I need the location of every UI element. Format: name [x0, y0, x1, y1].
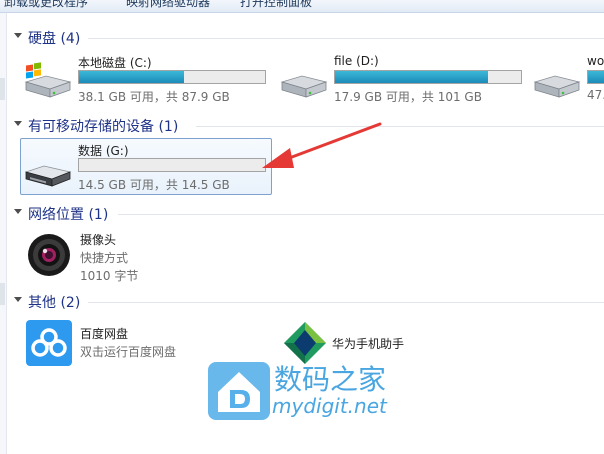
map-network-drive-button[interactable]: 映射网络驱动器: [126, 0, 210, 10]
capacity-bar: [334, 70, 522, 84]
hard-drive-icon: [533, 75, 581, 98]
section-divider: [118, 214, 604, 215]
camera-icon: [28, 234, 70, 276]
collapse-triangle-icon[interactable]: [14, 33, 22, 38]
item-name: 摄像头: [80, 233, 117, 247]
drive-name: 数据 (G:): [78, 144, 129, 158]
drive-c[interactable]: 本地磁盘 (C:) 38.1 GB 可用，共 87.9 GB: [22, 52, 272, 112]
uninstall-program-button[interactable]: 卸载或更改程序: [4, 0, 88, 10]
item-name: 百度网盘: [80, 327, 129, 341]
annotation-arrow: [262, 122, 382, 168]
drive-name: file (D:): [334, 54, 379, 68]
section-title: 有可移动存储的设备 (1): [28, 119, 179, 135]
drive-space-text: 47.: [587, 88, 604, 102]
toolbar: 卸载或更改程序 映射网络驱动器 打开控制面板: [0, 0, 604, 13]
section-header-network[interactable]: 网络位置 (1): [14, 204, 604, 224]
section-title: 网络位置 (1): [28, 207, 109, 223]
collapse-triangle-icon[interactable]: [14, 209, 22, 214]
collapse-triangle-icon[interactable]: [14, 297, 22, 302]
hard-drive-icon: [280, 75, 328, 98]
collapse-triangle-icon[interactable]: [14, 121, 22, 126]
item-desc: 双击运行百度网盘: [80, 345, 177, 359]
capacity-bar-fill: [335, 71, 489, 83]
watermark-chinese-text: 数码之家: [274, 363, 387, 396]
open-control-panel-button[interactable]: 打开控制面板: [240, 0, 312, 10]
capacity-bar-fill: [79, 71, 185, 83]
drive-partial[interactable]: wo 47.: [531, 52, 604, 112]
pane-marker: [0, 78, 5, 100]
section-header-other[interactable]: 其他 (2): [14, 292, 604, 312]
capacity-bar: [587, 70, 604, 84]
drive-space-text: 38.1 GB 可用，共 87.9 GB: [78, 90, 230, 104]
drive-space-text: 14.5 GB 可用，共 14.5 GB: [78, 178, 230, 192]
capacity-bar: [78, 158, 266, 172]
removable-drive-icon: [24, 165, 72, 187]
capacity-bar-fill: [588, 71, 604, 83]
baidu-netdisk-icon: [26, 320, 72, 366]
drive-name: wo: [587, 54, 604, 68]
network-item-camera[interactable]: 摄像头 快捷方式 1010 字节: [26, 228, 226, 284]
section-header-hdd[interactable]: 硬盘 (4): [14, 28, 604, 48]
windows-system-drive-icon: [24, 62, 72, 98]
section-title: 其他 (2): [28, 295, 81, 311]
item-type: 快捷方式: [80, 251, 129, 265]
mydigit-logo-icon: [208, 362, 270, 420]
drive-g[interactable]: 数据 (G:) 14.5 GB 可用，共 14.5 GB: [22, 140, 270, 200]
watermark-domain-text: mydigit.net: [272, 394, 387, 418]
pane-marker: [0, 283, 5, 305]
section-divider: [88, 38, 604, 39]
section-divider: [88, 302, 604, 303]
drive-space-text: 17.9 GB 可用，共 101 GB: [334, 90, 482, 104]
capacity-bar: [78, 70, 266, 84]
item-size: 1010 字节: [80, 269, 139, 283]
other-item-baidu-netdisk[interactable]: 百度网盘 双击运行百度网盘: [26, 320, 226, 370]
item-name: 华为手机助手: [332, 337, 405, 351]
navigation-pane-edge: [0, 13, 7, 454]
mydigit-watermark: 数码之家 mydigit.net: [208, 358, 408, 424]
drive-name: 本地磁盘 (C:): [78, 56, 152, 70]
drive-d[interactable]: file (D:) 17.9 GB 可用，共 101 GB: [278, 52, 528, 112]
section-title: 硬盘 (4): [28, 31, 81, 47]
